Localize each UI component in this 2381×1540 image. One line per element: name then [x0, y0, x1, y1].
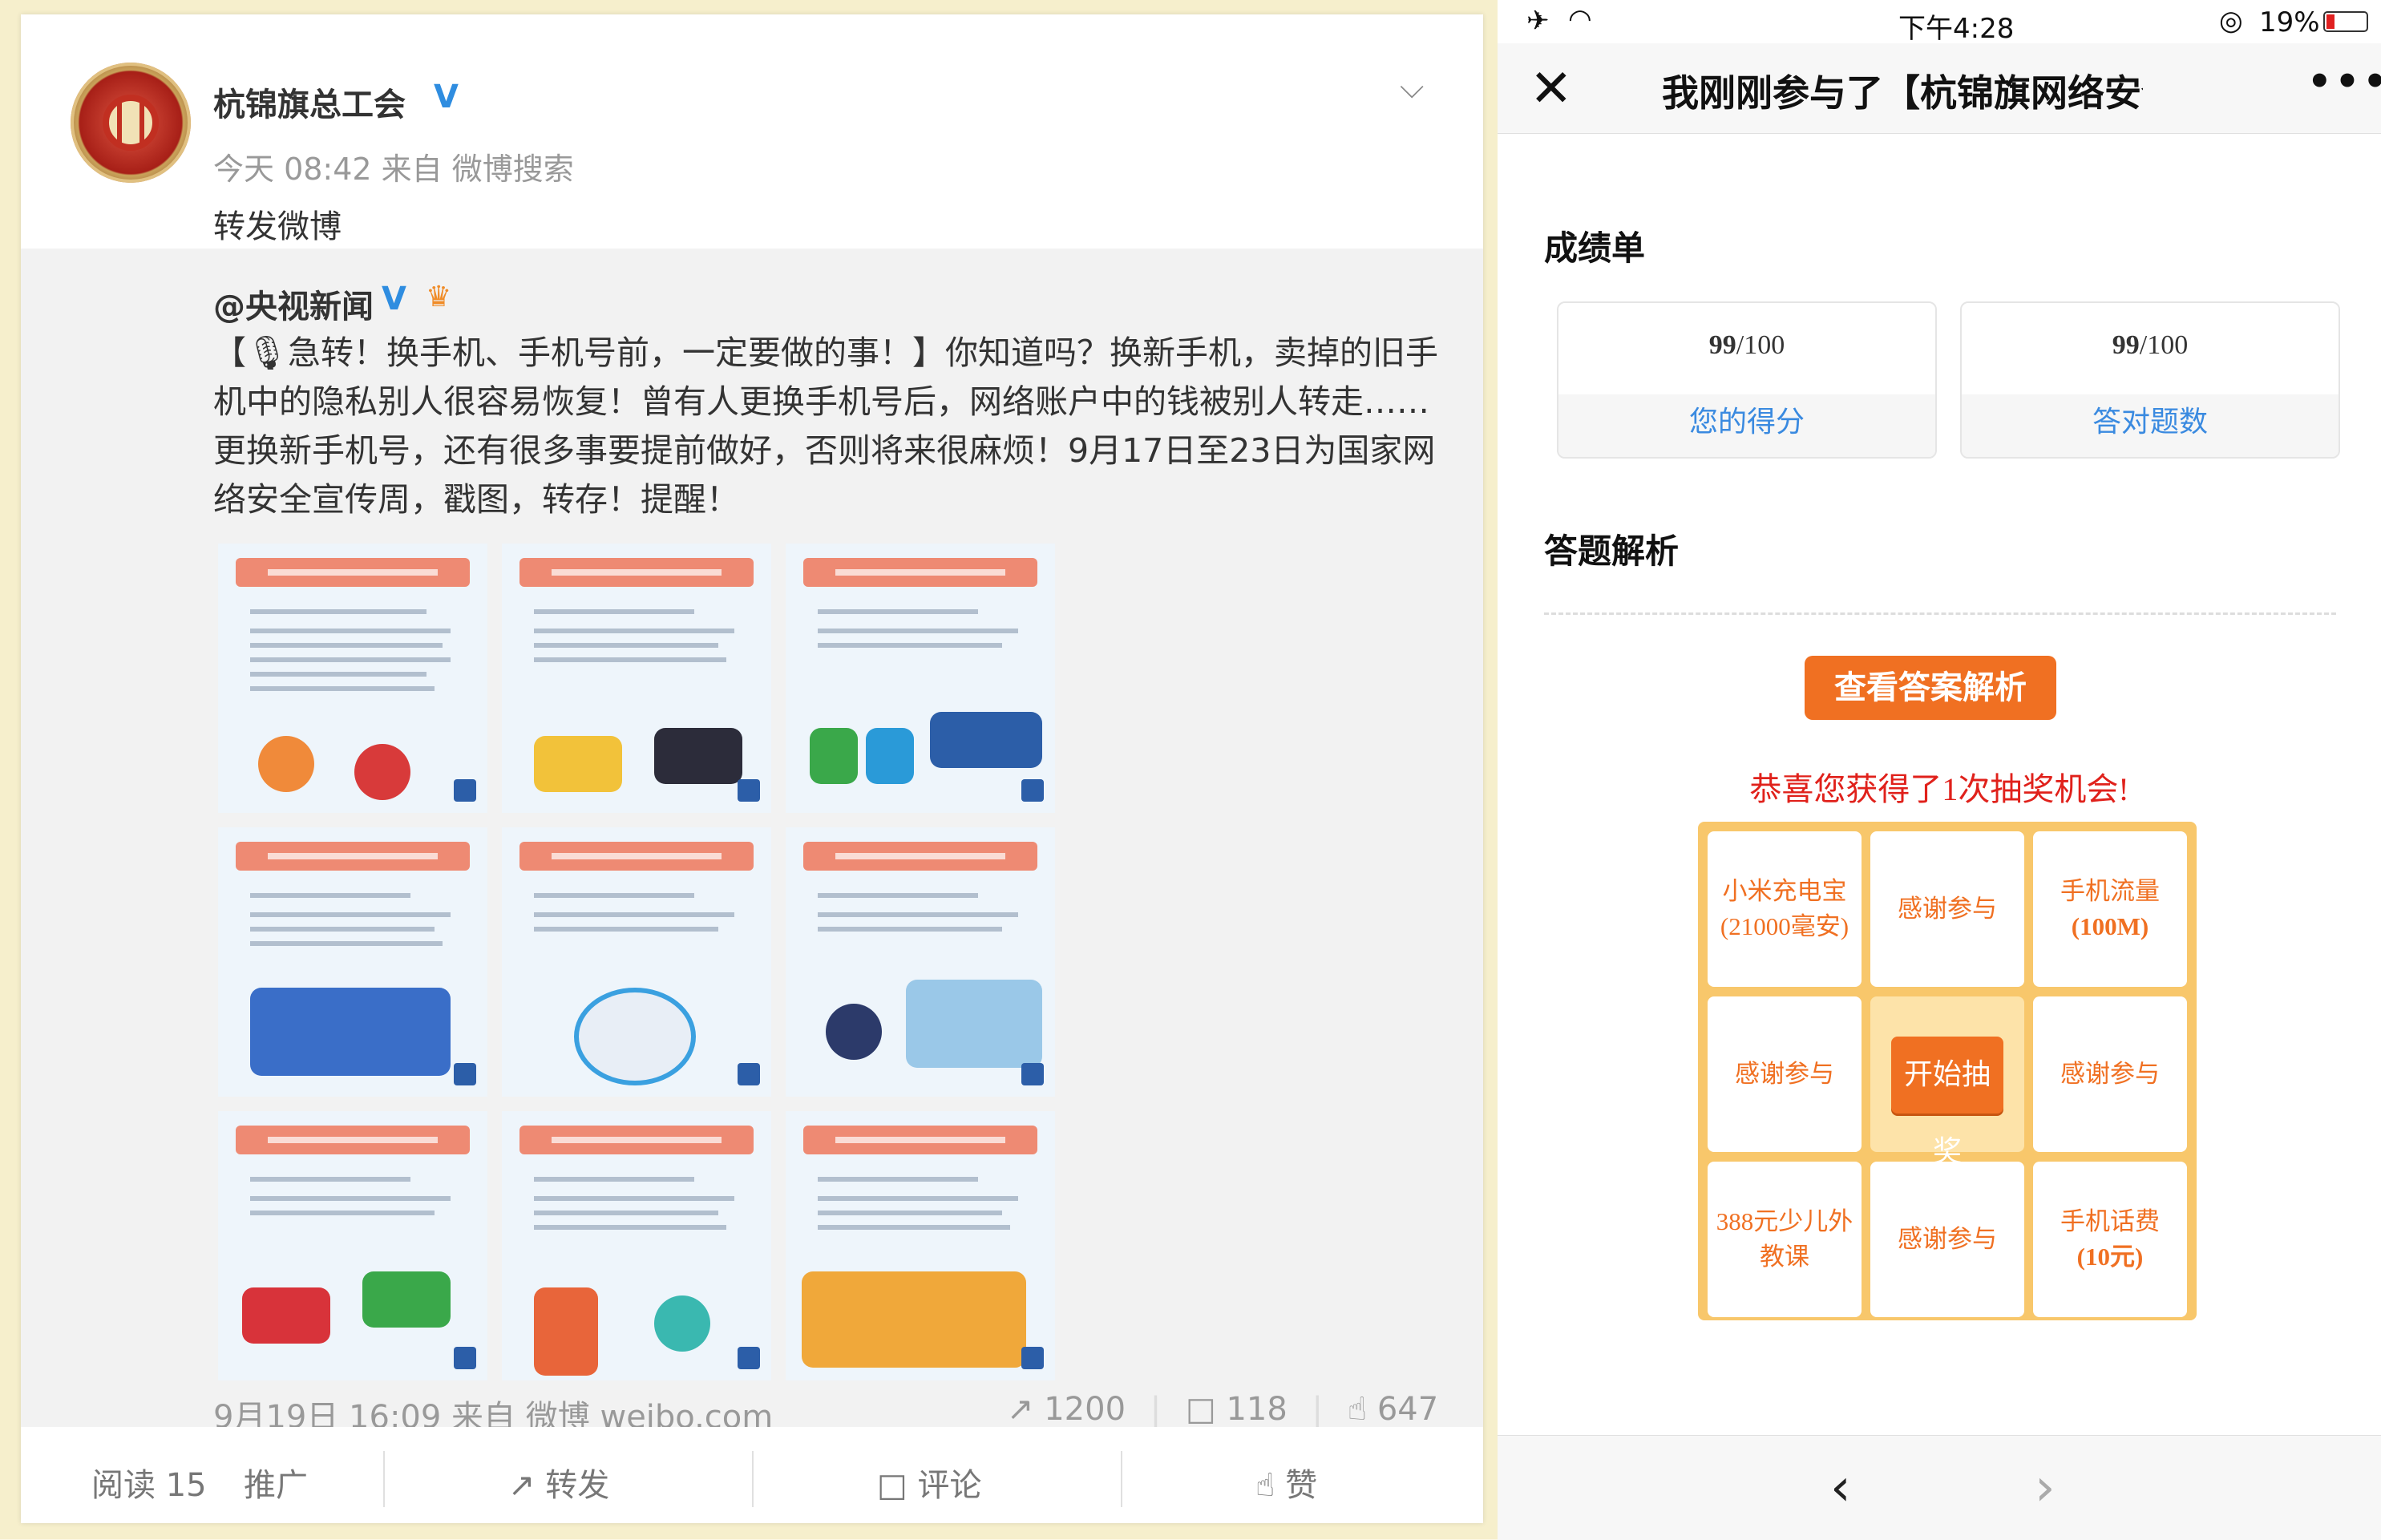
quoted-post: @央视新闻 V ♛ 【🎙急转！换手机、手机号前，一定要做的事！】你知道吗？换新手…: [21, 249, 1483, 1436]
lottery-cell: 小米充电宝 (21000毫安): [1708, 831, 1862, 987]
score-value: 99/100: [1708, 330, 1785, 360]
author-avatar[interactable]: [71, 63, 191, 183]
forward-icon[interactable]: ›: [2035, 1458, 2056, 1518]
start-lottery-button[interactable]: 开始抽奖: [1891, 1037, 2003, 1168]
comment-count[interactable]: 118: [1226, 1391, 1287, 1428]
comment-icon: □: [877, 1467, 918, 1504]
like-count[interactable]: 647: [1377, 1391, 1438, 1428]
like-icon[interactable]: ☝: [1348, 1391, 1367, 1428]
quoted-text-line: 络安全宣传周，戳图，转存！提醒！: [213, 480, 739, 519]
read-count: 阅读 15: [91, 1467, 207, 1504]
image-thumbnail[interactable]: [218, 827, 487, 1097]
quoted-text: 【🎙急转！换手机、手机号前，一定要做的事！】你知道吗？换新手机，卖掉的旧手 机中…: [213, 329, 1464, 524]
weibo-card: 杭锦旗总工会 V 今天 08:42 来自 微博搜索 转发微博 ⌵ @央视新闻 V…: [21, 14, 1483, 1523]
image-thumbnail[interactable]: [786, 1111, 1055, 1380]
verified-icon: V: [434, 79, 459, 115]
like-label: 赞: [1285, 1467, 1318, 1504]
battery-percent: 19%: [2259, 6, 2320, 38]
comment-icon[interactable]: □: [1186, 1391, 1216, 1428]
back-icon[interactable]: ‹: [1830, 1458, 1851, 1518]
chevron-down-icon[interactable]: ⌵: [1400, 69, 1424, 106]
post-actions: 阅读 15 推广 ↗ 转发 □ 评论 ☝ 赞: [21, 1427, 1483, 1523]
nav-bar: ✕ 我刚刚参与了【杭锦旗网络安全知 •••: [1498, 43, 2381, 134]
correct-card: 99/100 答对题数: [1960, 301, 2340, 459]
lottery-cell: 388元少儿外 教课: [1708, 1162, 1862, 1317]
airplane-icon: ✈: [1526, 5, 1550, 37]
close-icon[interactable]: ✕: [1530, 59, 1573, 119]
correct-value: 99/100: [2112, 330, 2189, 360]
author-name[interactable]: 杭锦旗总工会: [213, 79, 406, 125]
report-title: 成绩单: [1544, 228, 1646, 268]
image-thumbnail[interactable]: [502, 1111, 771, 1380]
quoted-crown-icon: ♛: [426, 281, 452, 313]
more-icon[interactable]: •••: [2307, 59, 2381, 104]
lottery-cell: 感谢参与: [1870, 831, 2024, 987]
score-card: 99/100 您的得分: [1557, 301, 1937, 459]
correct-label: 答对题数: [1962, 394, 2339, 457]
lottery-cell: 感谢参与: [2033, 996, 2187, 1152]
image-thumbnail[interactable]: [786, 544, 1055, 813]
image-thumbnail[interactable]: [218, 1111, 487, 1380]
repost-text: 转发微博: [213, 208, 342, 245]
like-icon: ☝: [1255, 1467, 1286, 1504]
lottery-cell: 感谢参与: [1708, 996, 1862, 1152]
browser-toolbar: ‹ ›: [1498, 1435, 2381, 1540]
quoted-author[interactable]: @央视新闻: [213, 281, 374, 327]
analysis-title: 答题解析: [1544, 532, 1680, 571]
lottery-cell: 手机流量 (100M): [2033, 831, 2187, 987]
image-thumbnail[interactable]: [786, 827, 1055, 1097]
repost-label: 转发: [545, 1467, 610, 1504]
post-meta: 今天 08:42 来自 微博搜索: [213, 152, 574, 187]
avatar-emblem-bars: [117, 101, 144, 144]
repost-count[interactable]: 1200: [1044, 1391, 1126, 1428]
congrats-text: 恭喜您获得了1次抽奖机会!: [1749, 771, 2129, 807]
comment-label: 评论: [917, 1467, 982, 1504]
phone-panel: ✈ ◠ 下午4:28 ◎ 19% ✕ 我刚刚参与了【杭锦旗网络安全知 ••• 成…: [1498, 0, 2381, 1540]
repost-button[interactable]: ↗ 转发: [508, 1459, 609, 1506]
lottery-cell: 手机话费 (10元): [2033, 1162, 2187, 1317]
image-grid: [218, 544, 1055, 1380]
comment-button[interactable]: □ 评论: [877, 1459, 982, 1506]
divider: [1544, 612, 2336, 615]
view-analysis-button[interactable]: 查看答案解析: [1805, 656, 2056, 720]
wifi-icon: ◠: [1568, 3, 1592, 35]
lottery-grid: 小米充电宝 (21000毫安) 感谢参与 手机流量 (100M) 感谢参与 开始抽奖…: [1698, 822, 2197, 1320]
lottery-center: 开始抽奖: [1870, 996, 2024, 1168]
orientation-lock-icon: ◎: [2219, 5, 2243, 37]
quoted-verified-icon: V: [382, 281, 406, 317]
battery-icon: [2323, 11, 2368, 32]
repost-icon: ↗: [508, 1467, 546, 1504]
nav-title: 我刚刚参与了【杭锦旗网络安全知: [1662, 71, 2143, 115]
score-label: 您的得分: [1558, 394, 1935, 457]
quoted-stats: ↗ 1200 | □ 118 | ☝ 647: [1007, 1391, 1439, 1428]
image-thumbnail[interactable]: [502, 544, 771, 813]
repost-icon[interactable]: ↗: [1007, 1391, 1034, 1428]
status-bar: ✈ ◠ 下午4:28 ◎ 19%: [1498, 0, 2381, 45]
quoted-text-line: 机中的隐私别人很容易恢复！曾有人更换手机号后，网络账户中的钱被别人转走……: [213, 382, 1429, 421]
weibo-panel: 杭锦旗总工会 V 今天 08:42 来自 微博搜索 转发微博 ⌵ @央视新闻 V…: [0, 0, 1498, 1539]
image-thumbnail[interactable]: [502, 827, 771, 1097]
status-time: 下午4:28: [1898, 13, 2015, 45]
image-thumbnail[interactable]: [218, 544, 487, 813]
lottery-cell: 感谢参与: [1870, 1162, 2024, 1317]
like-button[interactable]: ☝ 赞: [1255, 1459, 1317, 1506]
quoted-text-line: 更换新手机号，还有很多事要提前做好，否则将来很麻烦！9月17日至23日为国家网: [213, 431, 1436, 470]
promote-button[interactable]: 推广: [244, 1459, 308, 1506]
quoted-text-line: 【🎙急转！换手机、手机号前，一定要做的事！】你知道吗？换新手机，卖掉的旧手: [213, 333, 1439, 372]
